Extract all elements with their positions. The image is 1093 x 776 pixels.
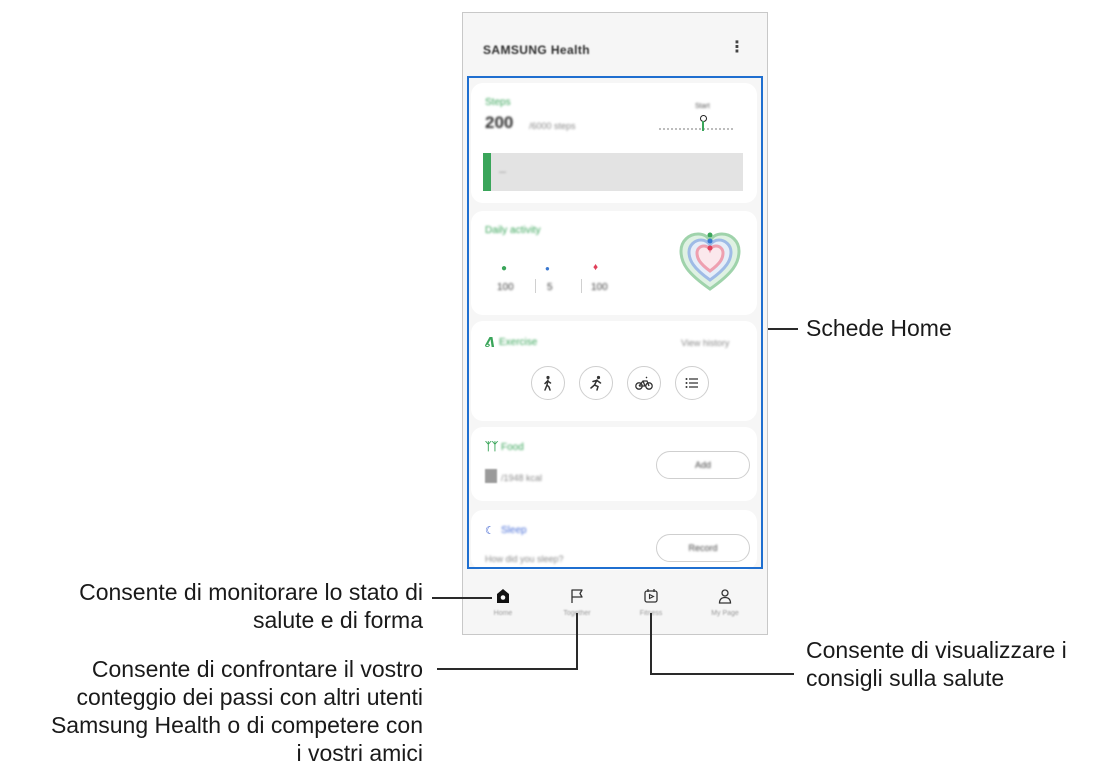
callout-line-together-h [437, 668, 578, 670]
callout-fitness-line: consigli sulla salute [806, 665, 1005, 691]
nav-mypage[interactable]: My Page [695, 588, 755, 617]
phone-screen: SAMSUNG Health ⋮ Steps 200 /6000 steps S… [462, 12, 768, 635]
nav-home[interactable]: Home [473, 588, 533, 617]
callout-line-together-v [576, 613, 578, 669]
person-icon [718, 589, 732, 604]
app-title: SAMSUNG Health [483, 43, 590, 57]
callout-home-line: salute e di forma [252, 607, 423, 633]
nav-mypage-label: My Page [711, 610, 739, 617]
callout-together: Consente di confrontare il vostro conteg… [51, 655, 423, 767]
more-vert-icon[interactable]: ⋮ [729, 40, 745, 56]
callout-fitness-line: Consente di visualizzare i [806, 637, 1067, 663]
flag-icon [571, 589, 583, 603]
home-cards-highlight [467, 76, 763, 569]
callout-line-fitness-v [650, 613, 652, 675]
callout-together-line: conteggio dei passi con altri utenti [76, 684, 424, 710]
bottom-nav: Home Together Fitness My Page [463, 576, 767, 634]
callout-home: Consente di monitorare lo stato di salut… [79, 578, 423, 634]
callout-together-line: Consente di confrontare il vostro [91, 656, 423, 682]
callout-fitness: Consente di visualizzare i consigli sull… [806, 636, 1067, 692]
fitness-video-icon [644, 589, 658, 603]
home-icon [497, 589, 509, 603]
callout-line-fitness-h [650, 673, 794, 675]
callout-together-line: Samsung Health o di competere con [50, 712, 423, 738]
callout-home-line: Consente di monitorare lo stato di [79, 579, 423, 605]
callout-home-cards: Schede Home [806, 315, 952, 341]
callout-line-home-cards [768, 328, 798, 330]
callout-together-line: i vostri amici [296, 740, 423, 766]
nav-home-label: Home [493, 610, 513, 617]
callout-line-home [432, 597, 492, 599]
